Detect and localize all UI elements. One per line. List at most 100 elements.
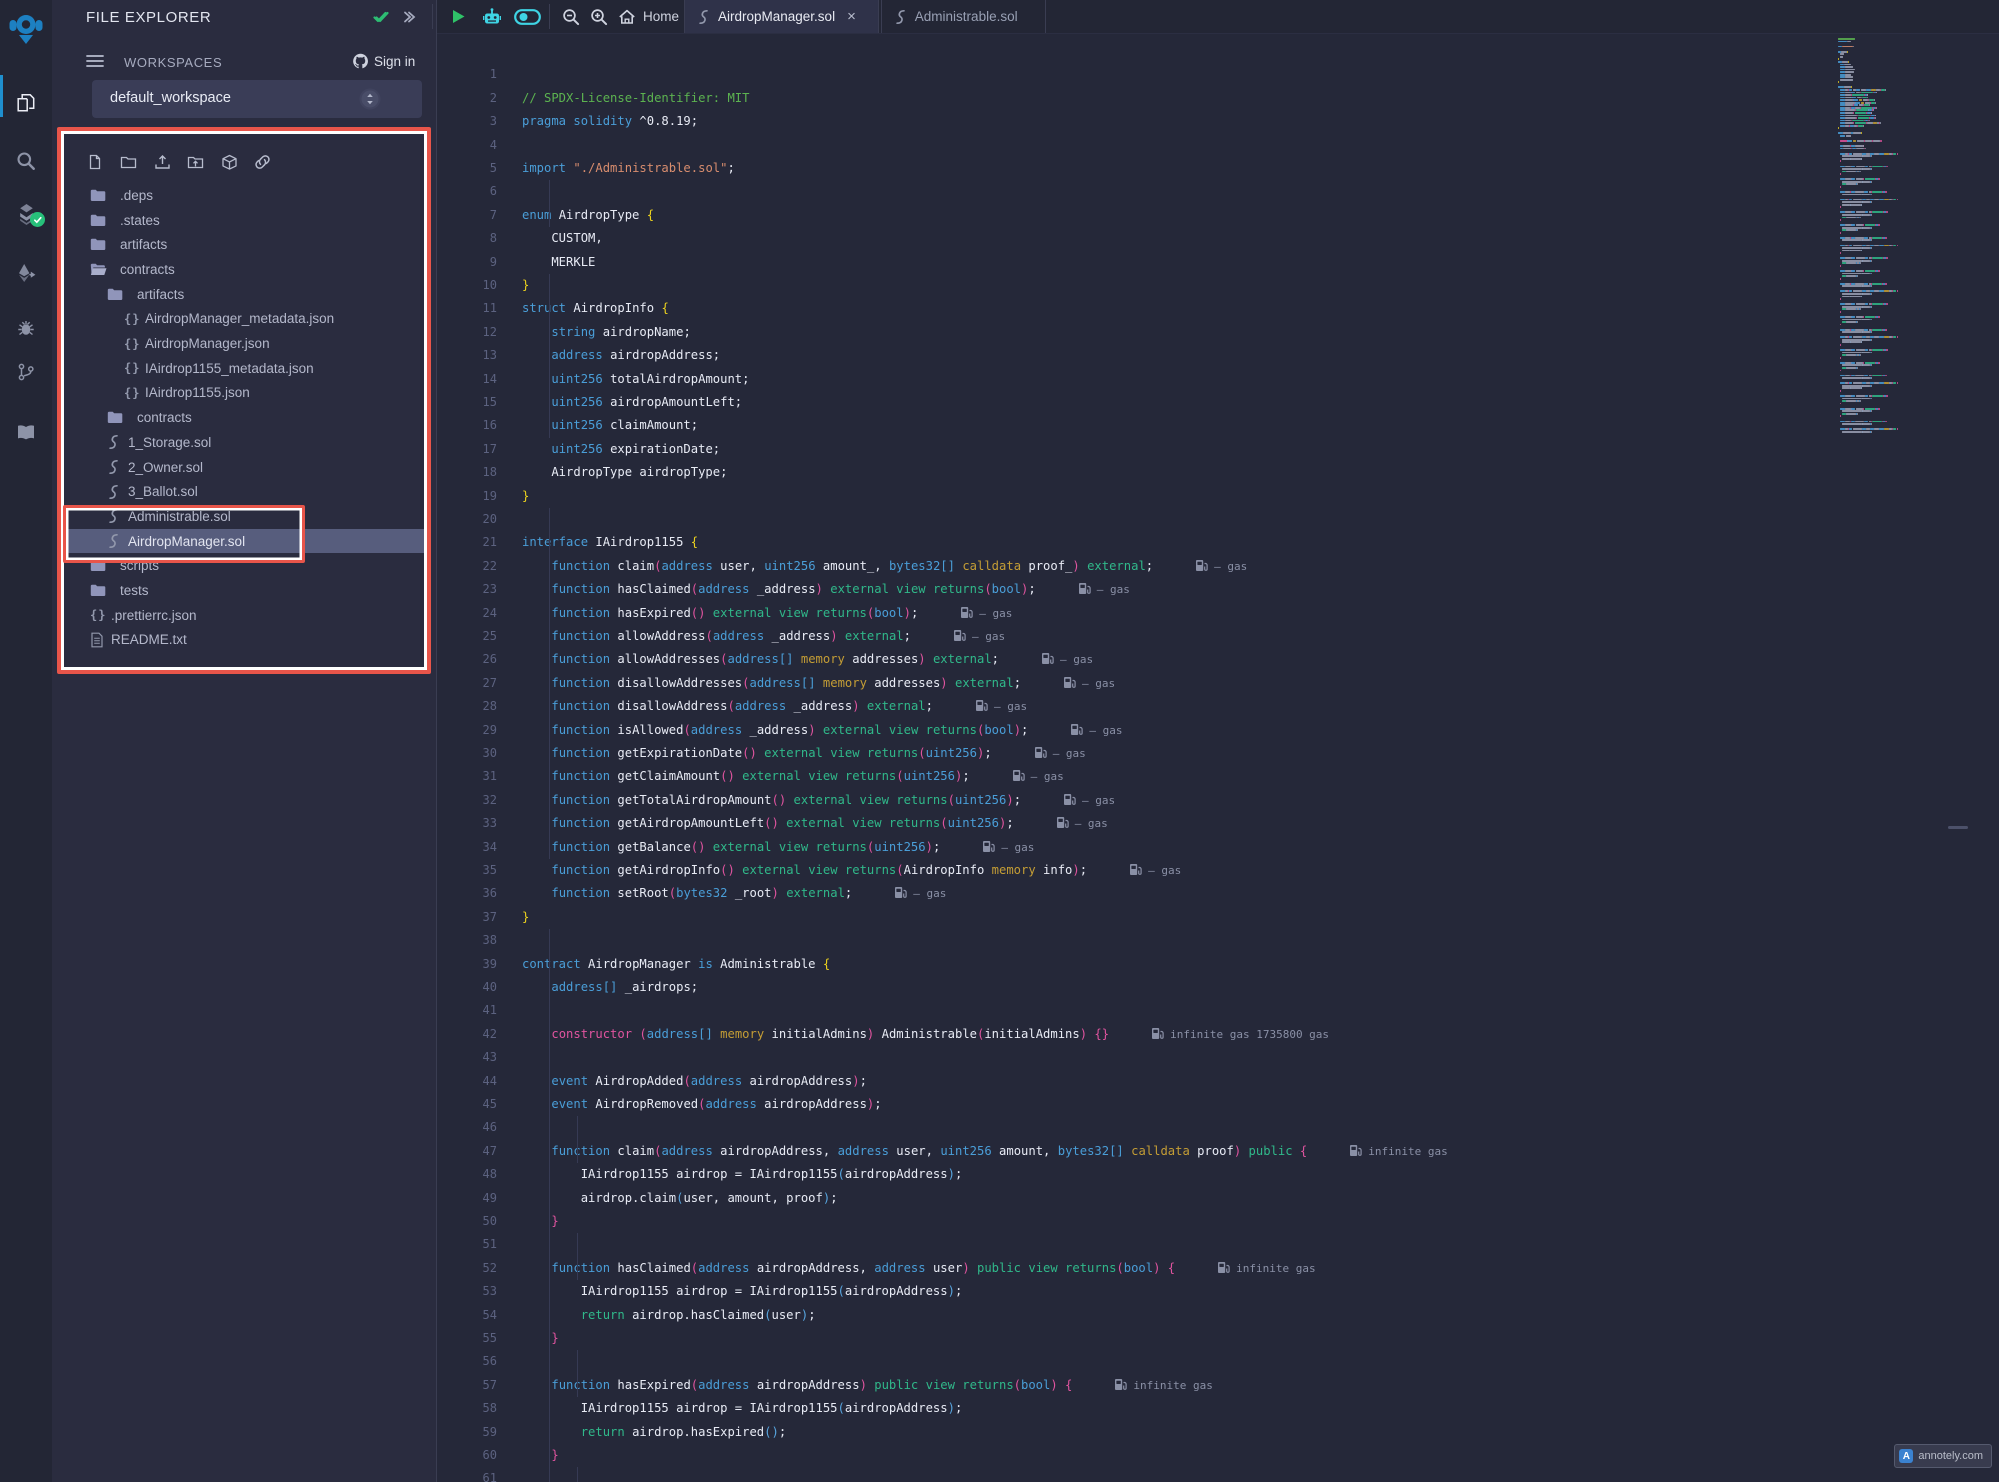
search-icon[interactable]: [0, 141, 52, 181]
code-line-14: 14 uint256 airdropAmountLeft;: [437, 344, 1999, 367]
code-line-22: 22 function hasClaimed(address _address)…: [437, 531, 1999, 554]
zoom-out-icon[interactable]: [562, 0, 580, 33]
code-line-44: 44 event AirdropRemoved(address airdropA…: [437, 1046, 1999, 1069]
run-script-icon[interactable]: [450, 0, 467, 33]
upload-folder-icon[interactable]: [183, 149, 209, 175]
file-item-contracts[interactable]: contracts: [52, 257, 436, 282]
file-explorer-icon[interactable]: [0, 83, 52, 123]
import-link-icon[interactable]: [250, 149, 276, 175]
code-line-53: 53 return airdrop.hasClaimed(user);: [437, 1257, 1999, 1280]
remix-ide-window: FILE EXPLORER WORKSPACES Sign in default…: [0, 0, 1999, 1482]
code-line-9: 9 }: [437, 227, 1999, 250]
code-line-18: 18 }: [437, 438, 1999, 461]
code-line-13: 13 uint256 totalAirdropAmount;: [437, 321, 1999, 344]
plugins-icon[interactable]: [0, 412, 52, 452]
code-line-6: 6 enum AirdropType {: [437, 157, 1999, 180]
file-item-1_Storage.sol[interactable]: 1_Storage.sol: [52, 430, 436, 455]
file-item-.states[interactable]: .states: [52, 208, 436, 233]
code-line-25: 25 function allowAddresses(address[] mem…: [437, 602, 1999, 625]
code-line-29: 29 function getExpirationDate() external…: [437, 695, 1999, 718]
ipfs-cube-icon[interactable]: [216, 149, 242, 175]
debugger-icon[interactable]: [0, 308, 52, 348]
file-item-Administrable.sol[interactable]: Administrable.sol: [52, 504, 436, 529]
code-line-39: 39 address[] _airdrops;: [437, 929, 1999, 952]
json-icon: {}: [124, 361, 140, 375]
code-line-62: 62 IAirdrop1155 airdrop = IAirdrop1155(a…: [437, 1467, 1999, 1482]
ai-toggle[interactable]: [514, 0, 541, 33]
folder-icon: [90, 584, 106, 597]
code-line-36: 36 }: [437, 859, 1999, 882]
code-line-45: 45: [437, 1070, 1999, 1093]
code-line-8: 8 MERKLE: [437, 204, 1999, 227]
file-item-contracts[interactable]: contracts: [52, 405, 436, 430]
file-item-artifacts[interactable]: artifacts: [52, 232, 436, 257]
code-line-7: 7 CUSTOM,: [437, 180, 1999, 203]
tab-label: AirdropManager.sol: [718, 9, 835, 24]
code-line-3: 3: [437, 87, 1999, 110]
code-line-30: 30 function getClaimAmount() external vi…: [437, 719, 1999, 742]
compile-check-icon: [372, 0, 388, 33]
new-file-icon[interactable]: [82, 149, 108, 175]
file-item-.prettierrc.json[interactable]: {} .prettierrc.json: [52, 603, 436, 628]
activity-bar: [0, 0, 53, 1482]
tab-label: Administrable.sol: [915, 9, 1018, 24]
file-item-IAirdrop1155.json[interactable]: {} IAirdrop1155.json: [52, 381, 436, 406]
upload-file-icon[interactable]: [149, 149, 175, 175]
code-line-61: 61 function isAllowed(address airdropAdd…: [437, 1444, 1999, 1467]
file-item-scripts[interactable]: scripts: [52, 554, 436, 579]
hamburger-menu-icon[interactable]: [86, 54, 104, 73]
github-icon: [352, 53, 369, 75]
code-line-2: 2 pragma solidity ^0.8.19;: [437, 63, 1999, 86]
code-line-20: 20 interface IAirdrop1155 {: [437, 485, 1999, 508]
code-line-26: 26 function disallowAddresses(address[] …: [437, 625, 1999, 648]
code-line-48: 48 airdrop.claim(user, amount, proof);: [437, 1140, 1999, 1163]
code-line-60: 60: [437, 1421, 1999, 1444]
workspace-switch-icon[interactable]: [359, 88, 381, 110]
workspace-selector[interactable]: default_workspace: [92, 80, 422, 118]
ai-assistant-icon[interactable]: [482, 0, 502, 33]
sol-icon: [107, 484, 120, 500]
new-folder-icon[interactable]: [116, 149, 142, 175]
file-item-3_Ballot.sol[interactable]: 3_Ballot.sol: [52, 479, 436, 504]
code-line-35: 35 function setRoot(bytes32 _root) exter…: [437, 836, 1999, 859]
code-line-54: 54 }: [437, 1280, 1999, 1303]
sol-icon: [107, 459, 120, 475]
code-line-12: 12 address airdropAddress;: [437, 297, 1999, 320]
tab-Administrable.sol[interactable]: Administrable.sol: [881, 0, 1046, 33]
file-item-AirdropManager.json[interactable]: {} AirdropManager.json: [52, 331, 436, 356]
solidity-compiler-icon[interactable]: [0, 194, 52, 234]
panel-title: FILE EXPLORER: [86, 9, 211, 26]
remix-logo-icon[interactable]: [0, 8, 52, 48]
sol-file-icon: [697, 9, 710, 25]
code-line-58: 58 return airdrop.hasExpired();: [437, 1374, 1999, 1397]
code-editor[interactable]: 1 // SPDX-License-Identifier: MIT 2 prag…: [437, 33, 1999, 1482]
file-item-AirdropManager.sol[interactable]: AirdropManager.sol: [52, 529, 436, 554]
git-icon[interactable]: [0, 352, 52, 392]
annotely-logo: A: [1899, 1449, 1913, 1463]
deploy-run-icon[interactable]: [0, 253, 52, 293]
code-line-15: 15 uint256 claimAmount;: [437, 368, 1999, 391]
file-item-.deps[interactable]: .deps: [52, 183, 436, 208]
file-item-IAirdrop1155_metadata.json[interactable]: {} IAirdrop1155_metadata.json: [52, 356, 436, 381]
code-line-17: 17 AirdropType airdropType;: [437, 414, 1999, 437]
workspace-name: default_workspace: [110, 90, 231, 106]
file-item-artifacts[interactable]: artifacts: [52, 282, 436, 307]
code-line-56: 56 function hasExpired(address airdropAd…: [437, 1327, 1999, 1350]
sol-file-icon: [894, 9, 907, 25]
file-item-tests[interactable]: tests: [52, 578, 436, 603]
close-icon[interactable]: ×: [847, 9, 856, 24]
json-icon: {}: [124, 386, 140, 400]
file-item-AirdropManager_metadata.json[interactable]: {} AirdropManager_metadata.json: [52, 307, 436, 332]
annotely-watermark: A annotely.com: [1894, 1444, 1992, 1468]
sol-icon: [107, 533, 120, 549]
panel-collapse-icon[interactable]: [400, 0, 414, 33]
home-icon[interactable]: Home: [618, 0, 679, 33]
code-line-49: 49 }: [437, 1163, 1999, 1186]
tab-AirdropManager.sol[interactable]: AirdropManager.sol ×: [684, 0, 879, 33]
zoom-in-icon[interactable]: [590, 0, 608, 33]
code-line-40: 40: [437, 953, 1999, 976]
sign-in-button[interactable]: Sign in: [374, 54, 415, 69]
file-item-2_Owner.sol[interactable]: 2_Owner.sol: [52, 455, 436, 480]
scrollbar-dash[interactable]: [1948, 826, 1968, 829]
file-item-README.txt[interactable]: README.txt: [52, 628, 436, 653]
